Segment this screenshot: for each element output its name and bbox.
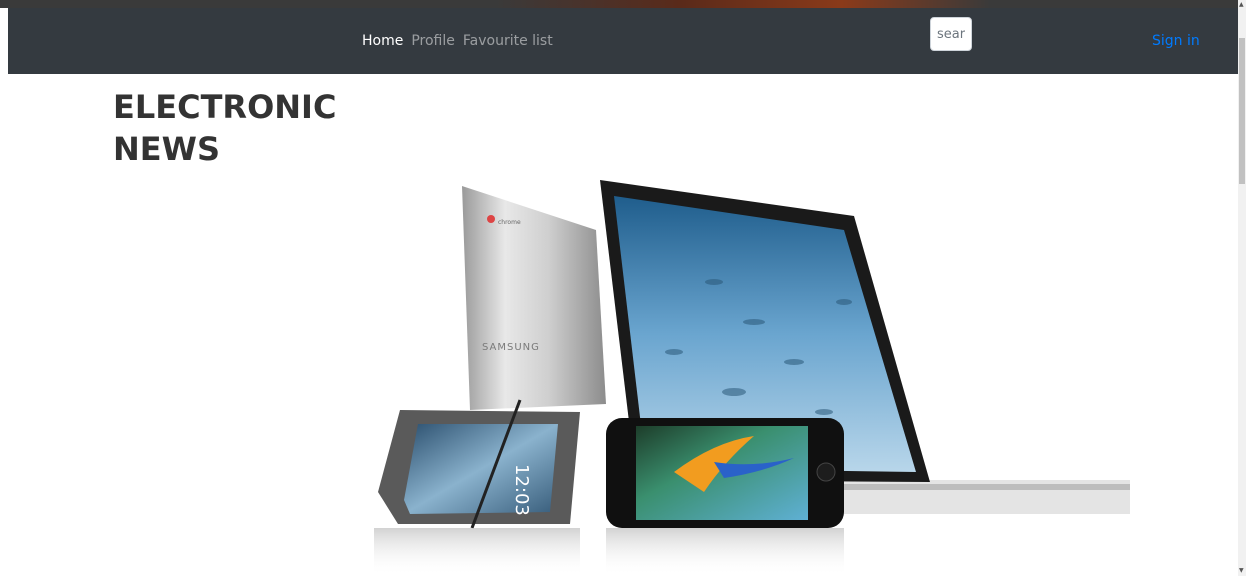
hero-image-devices: chrome SAMSUNG 12:03 (374, 180, 1130, 576)
nav-link-favourite-list[interactable]: Favourite list (463, 33, 553, 49)
sign-in-link[interactable]: Sign in (1152, 8, 1200, 74)
page-title: ELECTRONIC NEWS (113, 88, 337, 168)
top-navbar: Home Profile Favourite list Sign in (8, 8, 1238, 74)
window-top-strip (0, 0, 1238, 8)
phone-time-text: 12:03 (511, 464, 532, 516)
tablet-brand-text: SAMSUNG (482, 342, 540, 353)
vertical-scrollbar[interactable]: ▲ ▼ (1238, 0, 1246, 576)
scroll-thumb[interactable] (1239, 38, 1245, 184)
scroll-down-arrow-icon[interactable]: ▼ (1239, 568, 1244, 574)
search-input[interactable] (930, 17, 972, 51)
tablet-logo-text: chrome (498, 219, 521, 226)
nav-link-profile[interactable]: Profile (411, 33, 455, 49)
scroll-up-arrow-icon[interactable]: ▲ (1239, 2, 1244, 8)
nav-links: Home Profile Favourite list (362, 8, 553, 74)
nav-link-home[interactable]: Home (362, 33, 403, 49)
